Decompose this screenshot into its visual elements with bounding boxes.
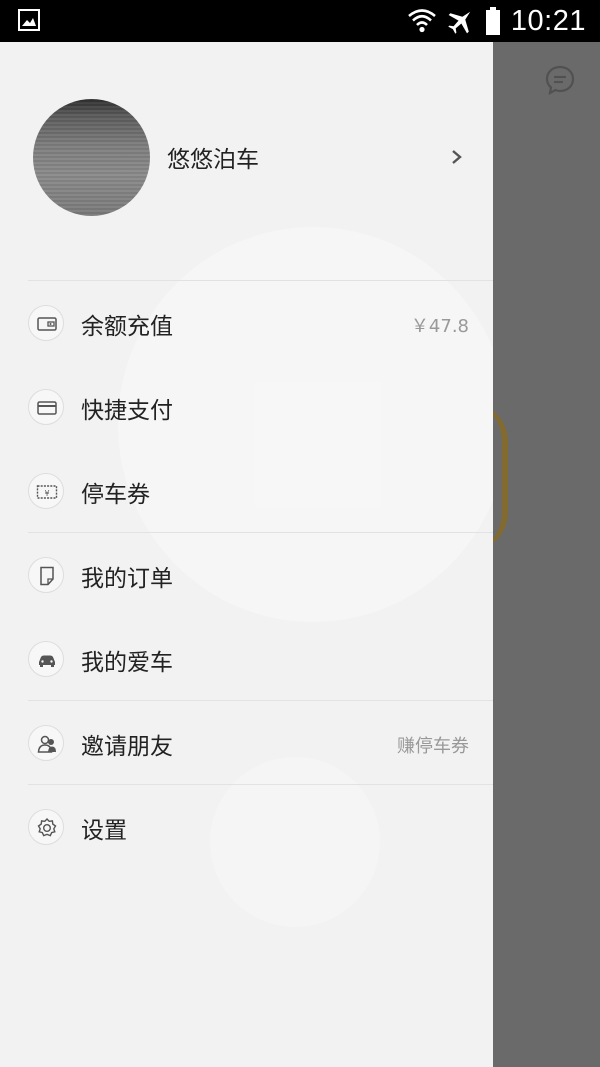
menu-item-label: 邀请朋友 <box>81 734 173 760</box>
avatar[interactable] <box>33 99 150 216</box>
menu-item-label: 设置 <box>81 818 127 844</box>
menu-item-orders[interactable]: 我的订单 <box>0 533 493 617</box>
invite-friends-icon <box>28 725 64 761</box>
menu-item-settings[interactable]: 设置 <box>0 785 493 869</box>
menu-item-label: 我的订单 <box>81 566 173 592</box>
navigation-drawer: 悠悠泊车 余额充值 ￥47.8 快捷支付 ¥ 停车券 我的订单 我的爱车 邀请朋… <box>0 42 493 1067</box>
status-bar: 10:21 <box>0 0 600 42</box>
menu-item-my-car[interactable]: 我的爱车 <box>0 617 493 701</box>
menu-item-quick-pay[interactable]: 快捷支付 <box>0 365 493 449</box>
profile-header[interactable]: 悠悠泊车 <box>0 42 493 282</box>
menu-item-coupons[interactable]: ¥ 停车券 <box>0 449 493 533</box>
card-icon <box>28 389 64 425</box>
coupon-icon: ¥ <box>28 473 64 509</box>
menu-item-label: 余额充值 <box>81 314 173 340</box>
chevron-right-icon <box>452 150 462 164</box>
gallery-notification-icon <box>18 9 40 31</box>
menu-item-label: 快捷支付 <box>81 398 173 424</box>
message-icon <box>545 65 575 96</box>
balance-value: ￥47.8 <box>410 316 469 337</box>
car-icon <box>28 641 64 677</box>
menu-item-recharge[interactable]: 余额充值 ￥47.8 <box>0 281 493 365</box>
order-icon <box>28 557 64 593</box>
battery-icon <box>485 7 500 35</box>
status-time: 10:21 <box>510 4 586 37</box>
airplane-mode-icon <box>448 11 471 34</box>
menu-item-invite-friends[interactable]: 邀请朋友 赚停车券 <box>0 701 493 785</box>
menu-item-label: 我的爱车 <box>81 650 173 676</box>
settings-icon <box>28 809 64 845</box>
wifi-icon <box>408 9 436 33</box>
profile-name: 悠悠泊车 <box>167 147 259 173</box>
svg-text:¥: ¥ <box>44 489 49 498</box>
invite-reward-text: 赚停车券 <box>397 736 469 757</box>
wallet-icon <box>28 305 64 341</box>
menu-item-label: 停车券 <box>81 482 150 508</box>
